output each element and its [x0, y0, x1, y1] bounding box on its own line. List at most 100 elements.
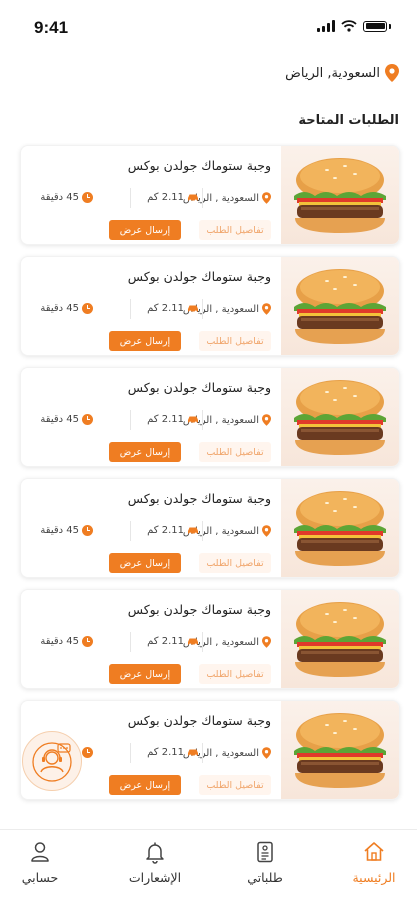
battery-icon — [363, 20, 387, 32]
location-pin-icon — [262, 192, 271, 204]
order-duration-text: 45 دقيقة — [40, 525, 79, 536]
clock-icon — [82, 636, 93, 647]
status-time: 9:41 — [34, 18, 69, 37]
location-pin-icon — [262, 414, 271, 426]
order-duration-text: 45 دقيقة — [40, 636, 79, 647]
order-title: وجبة ستوماك جولدن بوكس — [127, 269, 271, 284]
order-duration: 45 دقيقة — [40, 525, 93, 536]
location-pin-icon — [262, 303, 271, 315]
order-details-button[interactable]: تفاصيل الطلب — [199, 220, 271, 240]
nav-home[interactable]: الرئيسية — [322, 840, 417, 885]
order-details-button[interactable]: تفاصيل الطلب — [199, 442, 271, 462]
location-pin-icon — [262, 636, 271, 648]
order-card[interactable]: وجبة ستوماك جولدن بوكس السعودية , الرياض… — [20, 367, 400, 467]
burger-image — [294, 158, 386, 233]
car-icon — [188, 305, 198, 313]
order-title: وجبة ستوماك جولدن بوكس — [127, 380, 271, 395]
order-card[interactable]: وجبة ستوماك جولدن بوكس السعودية , الرياض… — [20, 256, 400, 356]
order-image — [281, 257, 399, 355]
orders-list-icon — [257, 841, 273, 863]
location-selector[interactable]: السعودية, الرياض — [285, 64, 399, 82]
order-duration-text: 45 دقيقة — [40, 192, 79, 203]
status-bar: 9:41 — [0, 0, 417, 54]
clock-icon — [82, 303, 93, 314]
user-icon — [31, 842, 49, 862]
bottom-navigation: الرئيسية طلباتي الإشعارات حسابي — [0, 829, 417, 900]
nav-orders[interactable]: طلباتي — [213, 840, 317, 885]
nav-notifications[interactable]: الإشعارات — [103, 840, 207, 885]
order-duration: 45 دقيقة — [40, 636, 93, 647]
order-details-button[interactable]: تفاصيل الطلب — [199, 331, 271, 351]
send-offer-button[interactable]: إرسال عرض — [109, 331, 181, 351]
order-image — [281, 368, 399, 466]
location-text: السعودية, الرياض — [285, 65, 380, 81]
order-distance-text: 2.11 كم — [147, 192, 184, 203]
bell-icon — [146, 842, 164, 864]
car-icon — [188, 194, 198, 202]
order-details-button[interactable]: تفاصيل الطلب — [199, 553, 271, 573]
burger-image — [294, 491, 386, 566]
car-icon — [188, 416, 198, 424]
order-distance-text: 2.11 كم — [147, 525, 184, 536]
order-distance: 2.11 كم — [147, 636, 199, 647]
order-image — [281, 479, 399, 577]
order-title: وجبة ستوماك جولدن بوكس — [127, 491, 271, 506]
order-distance: 2.11 كم — [147, 303, 199, 314]
order-distance: 2.11 كم — [147, 192, 199, 203]
clock-icon — [82, 525, 93, 536]
burger-image — [294, 713, 386, 788]
wifi-icon — [341, 20, 357, 32]
order-duration-text: 45 دقيقة — [40, 414, 79, 425]
nav-notifications-label: الإشعارات — [128, 870, 182, 885]
order-title: وجبة ستوماك جولدن بوكس — [127, 158, 271, 173]
status-icons — [317, 20, 391, 32]
location-pin-icon — [262, 525, 271, 537]
car-icon — [188, 638, 198, 646]
customer-support-icon — [32, 742, 72, 782]
orders-list[interactable]: وجبة ستوماك جولدن بوكس السعودية , الرياض… — [0, 143, 417, 829]
order-card[interactable]: وجبة ستوماك جولدن بوكس السعودية , الرياض… — [20, 478, 400, 578]
cellular-signal-icon — [317, 20, 335, 32]
nav-account-label: حسابي — [21, 870, 59, 885]
order-card[interactable]: وجبة ستوماك جولدن بوكس السعودية , الرياض… — [20, 145, 400, 245]
home-icon — [364, 842, 384, 861]
location-pin-icon — [262, 747, 271, 759]
burger-image — [294, 269, 386, 344]
order-distance-text: 2.11 كم — [147, 303, 184, 314]
order-duration-text: 45 دقيقة — [40, 303, 79, 314]
send-offer-button[interactable]: إرسال عرض — [109, 553, 181, 573]
support-button[interactable] — [22, 731, 82, 791]
location-pin-icon — [385, 64, 399, 82]
clock-icon — [82, 192, 93, 203]
order-distance-text: 2.11 كم — [147, 636, 184, 647]
order-title: وجبة ستوماك جولدن بوكس — [127, 713, 271, 728]
order-distance-text: 2.11 كم — [147, 747, 184, 758]
nav-orders-label: طلباتي — [247, 870, 283, 885]
car-icon — [188, 527, 198, 535]
order-duration: 45 دقيقة — [40, 192, 93, 203]
nav-home-label: الرئيسية — [352, 870, 396, 885]
order-distance: 2.11 كم — [147, 525, 199, 536]
send-offer-button[interactable]: إرسال عرض — [109, 220, 181, 240]
order-distance: 2.11 كم — [147, 414, 199, 425]
clock-icon — [82, 747, 93, 758]
order-distance-text: 2.11 كم — [147, 414, 184, 425]
order-image — [281, 590, 399, 688]
nav-account[interactable]: حسابي — [0, 840, 92, 885]
order-duration: 45 دقيقة — [40, 414, 93, 425]
order-title: وجبة ستوماك جولدن بوكس — [127, 602, 271, 617]
send-offer-button[interactable]: إرسال عرض — [109, 442, 181, 462]
section-title: الطلبات المتاحة — [298, 113, 399, 128]
order-duration: 45 دقيقة — [40, 303, 93, 314]
order-card[interactable]: وجبة ستوماك جولدن بوكس السعودية , الرياض… — [20, 589, 400, 689]
send-offer-button[interactable]: إرسال عرض — [109, 775, 181, 795]
order-image — [281, 146, 399, 244]
order-image — [281, 701, 399, 799]
clock-icon — [82, 414, 93, 425]
burger-image — [294, 602, 386, 677]
order-details-button[interactable]: تفاصيل الطلب — [199, 775, 271, 795]
send-offer-button[interactable]: إرسال عرض — [109, 664, 181, 684]
car-icon — [188, 749, 198, 757]
order-distance: 2.11 كم — [147, 747, 199, 758]
order-details-button[interactable]: تفاصيل الطلب — [199, 664, 271, 684]
